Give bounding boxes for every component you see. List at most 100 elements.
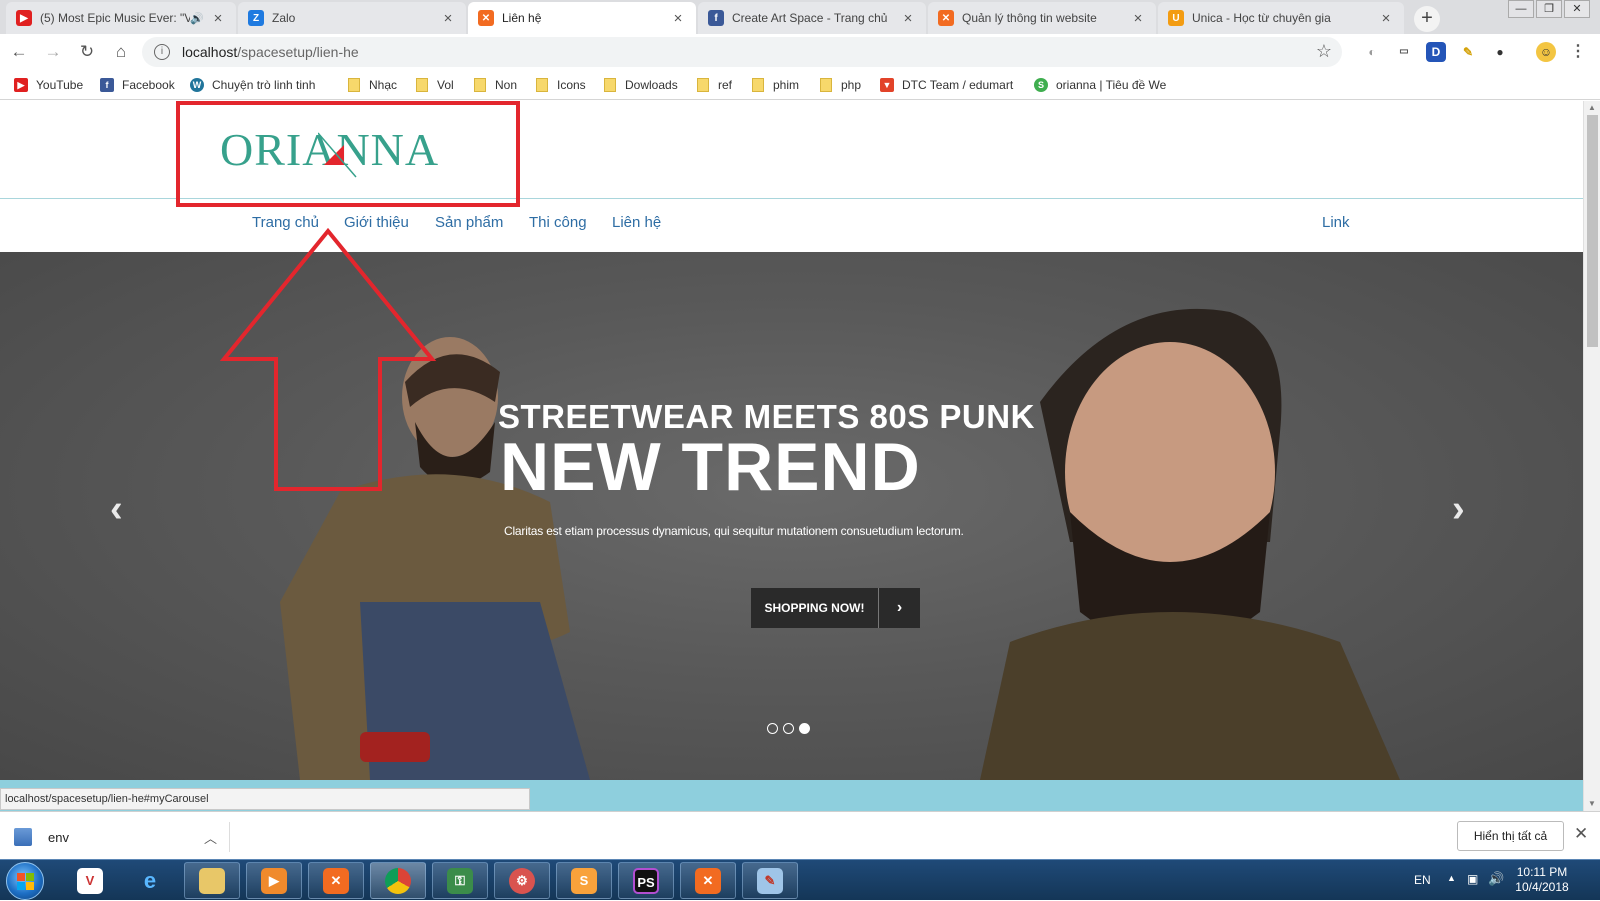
taskbar-app-unikey[interactable]: V — [62, 862, 118, 899]
close-tab-icon[interactable]: × — [210, 10, 226, 27]
bookmark-youtube[interactable]: ▶ YouTube — [14, 76, 83, 94]
tab-title: Unica - Học từ chuyên gia — [1192, 11, 1331, 25]
chevron-up-icon[interactable]: ︿ — [204, 828, 217, 847]
taskbar-app-paint[interactable]: ✎ — [742, 862, 798, 899]
carousel-dot-2[interactable] — [783, 723, 794, 734]
shopping-now-button[interactable]: SHOPPING NOW! › — [751, 588, 920, 628]
nav-link[interactable]: Link — [1322, 214, 1350, 231]
scroll-down-icon[interactable]: ▼ — [1588, 799, 1596, 808]
nav-thi-cong[interactable]: Thi công — [529, 214, 587, 231]
folder-icon — [348, 78, 360, 92]
taskbar-app-ie[interactable]: e — [122, 862, 178, 899]
bookmark-label: DTC Team / edumart — [902, 78, 1014, 92]
forward-icon[interactable]: → — [38, 42, 68, 62]
close-window-button[interactable]: ✕ — [1564, 0, 1590, 18]
bookmark-label: Non — [495, 78, 518, 92]
xampp-icon: ✕ — [478, 10, 494, 26]
folder-icon — [199, 867, 225, 894]
file-icon — [14, 828, 32, 846]
close-icon[interactable]: ✕ — [1574, 824, 1588, 844]
tab-youtube[interactable]: ▶ (5) Most Epic Music Ever: "V 🔊 × — [6, 2, 236, 34]
bookmark-label: phim — [773, 78, 800, 92]
taskbar-app-phpstorm[interactable]: PS — [618, 862, 674, 899]
speaker-icon[interactable]: 🔊 — [190, 12, 204, 25]
scrollbar-thumb[interactable] — [1587, 115, 1598, 347]
xampp-icon: ✕ — [938, 10, 954, 26]
web-page: ORIANNA Trang chủ Giới thiệu Sản phẩm Th… — [0, 101, 1583, 811]
taskbar-app-xampp[interactable]: ✕ — [308, 862, 364, 899]
page-scrollbar[interactable]: ▲ ▼ — [1583, 101, 1600, 811]
close-tab-icon[interactable]: × — [900, 10, 916, 27]
carousel-dot-3[interactable] — [799, 723, 810, 734]
clock-date: 10/4/2018 — [1515, 880, 1569, 894]
bookmark-folder-icons[interactable]: Icons — [536, 76, 586, 94]
extension-dark-icon[interactable]: ● — [1490, 42, 1510, 62]
bookmark-folder-phim[interactable]: phim — [752, 76, 799, 94]
carousel-indicators — [767, 723, 810, 734]
home-icon[interactable]: ⌂ — [106, 42, 136, 62]
extension-d-icon[interactable]: D — [1426, 42, 1446, 62]
extension-vd-icon[interactable]: ▭ — [1394, 42, 1414, 62]
scroll-up-icon[interactable]: ▲ — [1588, 103, 1596, 112]
zalo-icon: Z — [248, 10, 264, 26]
extension-picker-icon[interactable]: ✎ — [1458, 42, 1478, 62]
close-tab-icon[interactable]: × — [440, 10, 456, 27]
network-icon[interactable]: ▣ — [1467, 872, 1478, 886]
reload-icon[interactable]: ↻ — [72, 42, 102, 62]
bookmark-folder-php[interactable]: php — [820, 76, 861, 94]
bookmark-folder-non[interactable]: Non — [474, 76, 517, 94]
minimize-button[interactable]: — — [1508, 0, 1534, 18]
bookmark-folder-nhac[interactable]: Nhạc — [348, 76, 397, 94]
filezilla-icon: ⚙ — [509, 867, 535, 894]
bookmark-dtc-team[interactable]: ▼ DTC Team / edumart — [880, 76, 1013, 94]
tab-lien-he[interactable]: ✕ Liên hệ × — [468, 2, 696, 34]
bookmark-folder-dowloads[interactable]: Dowloads — [604, 76, 678, 94]
nav-lien-he[interactable]: Liên hệ — [612, 214, 661, 231]
taskbar-app-chrome[interactable] — [370, 862, 426, 899]
show-all-downloads-button[interactable]: Hiển thị tất cả — [1457, 821, 1564, 851]
bookmark-folder-ref[interactable]: ref — [697, 76, 732, 94]
extension-icon[interactable]: ◐ — [1362, 42, 1382, 62]
shopping-now-label: SHOPPING NOW! — [751, 588, 879, 628]
tab-unica[interactable]: U Unica - Học từ chuyên gia × — [1158, 2, 1404, 34]
volume-icon[interactable]: 🔊 — [1488, 871, 1504, 887]
start-button[interactable] — [6, 862, 44, 900]
bookmark-orianna[interactable]: Sorianna | Tiêu đề We — [1034, 76, 1170, 94]
show-hidden-icons-icon[interactable]: ▲ — [1447, 873, 1456, 883]
tab-quan-ly[interactable]: ✕ Quản lý thông tin website × — [928, 2, 1156, 34]
download-item[interactable]: env ︿ — [14, 822, 230, 852]
window-controls: — ❐ ✕ — [1508, 0, 1590, 18]
bookmark-star-icon[interactable]: ☆ — [1316, 41, 1332, 62]
close-tab-icon[interactable]: × — [670, 10, 686, 27]
back-icon[interactable]: ← — [4, 42, 34, 62]
system-clock[interactable]: 10:11 PM 10/4/2018 — [1510, 865, 1574, 895]
info-icon[interactable]: i — [154, 44, 170, 60]
close-tab-icon[interactable]: × — [1378, 10, 1394, 27]
close-tab-icon[interactable]: × — [1130, 10, 1146, 27]
bookmark-chuyen-tro[interactable]: W Chuyện trò linh tinh — [190, 76, 330, 94]
tab-create-art-space[interactable]: f Create Art Space - Trang chủ × — [698, 2, 926, 34]
taskbar-app-filezilla[interactable]: ⚙ — [494, 862, 550, 899]
new-tab-button[interactable]: + — [1414, 6, 1440, 32]
menu-kebab-icon[interactable]: ⋮ — [1568, 42, 1588, 62]
xampp-icon: ✕ — [695, 867, 721, 894]
carousel-dot-1[interactable] — [767, 723, 778, 734]
taskbar-app-sublime[interactable]: S — [556, 862, 612, 899]
taskbar-app-xampp-panel[interactable]: ✕ — [680, 862, 736, 899]
clock-time: 10:11 PM — [1516, 865, 1568, 879]
taskbar-app-explorer[interactable] — [184, 862, 240, 899]
address-bar[interactable]: i localhost/spacesetup/lien-he ☆ — [142, 37, 1342, 67]
taskbar-app-media[interactable]: ▶ — [246, 862, 302, 899]
bookmark-facebook[interactable]: f Facebook — [100, 76, 175, 94]
bookmark-folder-vol[interactable]: Vol — [416, 76, 454, 94]
folder-icon — [820, 78, 832, 92]
profile-avatar[interactable]: ☺ — [1536, 42, 1556, 62]
carousel-prev-icon[interactable]: ‹ — [110, 488, 123, 531]
carousel-next-icon[interactable]: › — [1452, 488, 1465, 531]
taskbar-app-vpn[interactable]: ⚿ — [432, 862, 488, 899]
folder-icon — [604, 78, 616, 92]
tab-zalo[interactable]: Z Zalo × — [238, 2, 466, 34]
language-indicator[interactable]: EN — [1414, 873, 1431, 887]
nav-san-pham[interactable]: Sản phẩm — [435, 214, 503, 231]
maximize-button[interactable]: ❐ — [1536, 0, 1562, 18]
